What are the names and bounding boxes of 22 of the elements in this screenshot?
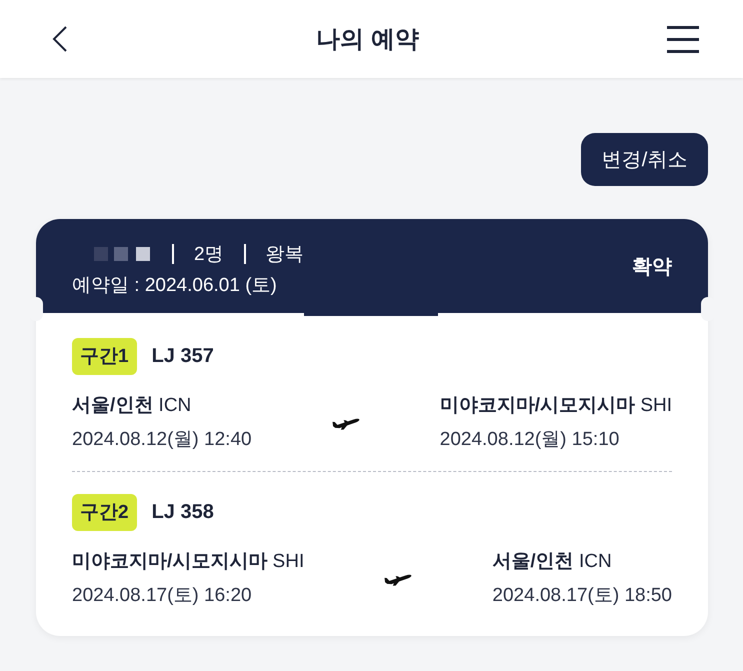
segment-badge: 구간2 [72,494,137,531]
arrival-airport: 서울/인천 ICN [492,550,613,574]
airplane-icon [332,416,360,430]
departure-time: 2024.08.12(월) 12:40 [72,428,252,452]
departure-airport: 서울/인천 ICN [72,394,192,418]
airplane-icon [384,572,412,586]
passenger-count: 2명 [194,243,224,267]
change-cancel-button[interactable]: 변경/취소 [581,133,708,186]
booking-status: 확약 [632,255,672,280]
segment-badge: 구간1 [72,338,137,375]
flight-number: LJ 358 [152,501,214,524]
arrival-airport: 미야코지마/시모지시마 SHI [440,394,672,418]
booking-date: 예약일 : 2024.06.01 (토) [72,274,278,298]
arrival-time: 2024.08.17(토) 18:50 [492,584,672,608]
trip-type: 왕복 [266,243,304,267]
page-title: 나의 예약 [316,25,419,55]
flight-number: LJ 357 [152,345,214,368]
departure-airport: 미야코지마/시모지시마 SHI [72,550,304,574]
menu-icon[interactable] [666,26,699,52]
arrival-time: 2024.08.12(월) 15:10 [440,428,620,452]
departure-time: 2024.08.17(토) 16:20 [72,584,253,608]
back-icon[interactable] [52,26,68,52]
